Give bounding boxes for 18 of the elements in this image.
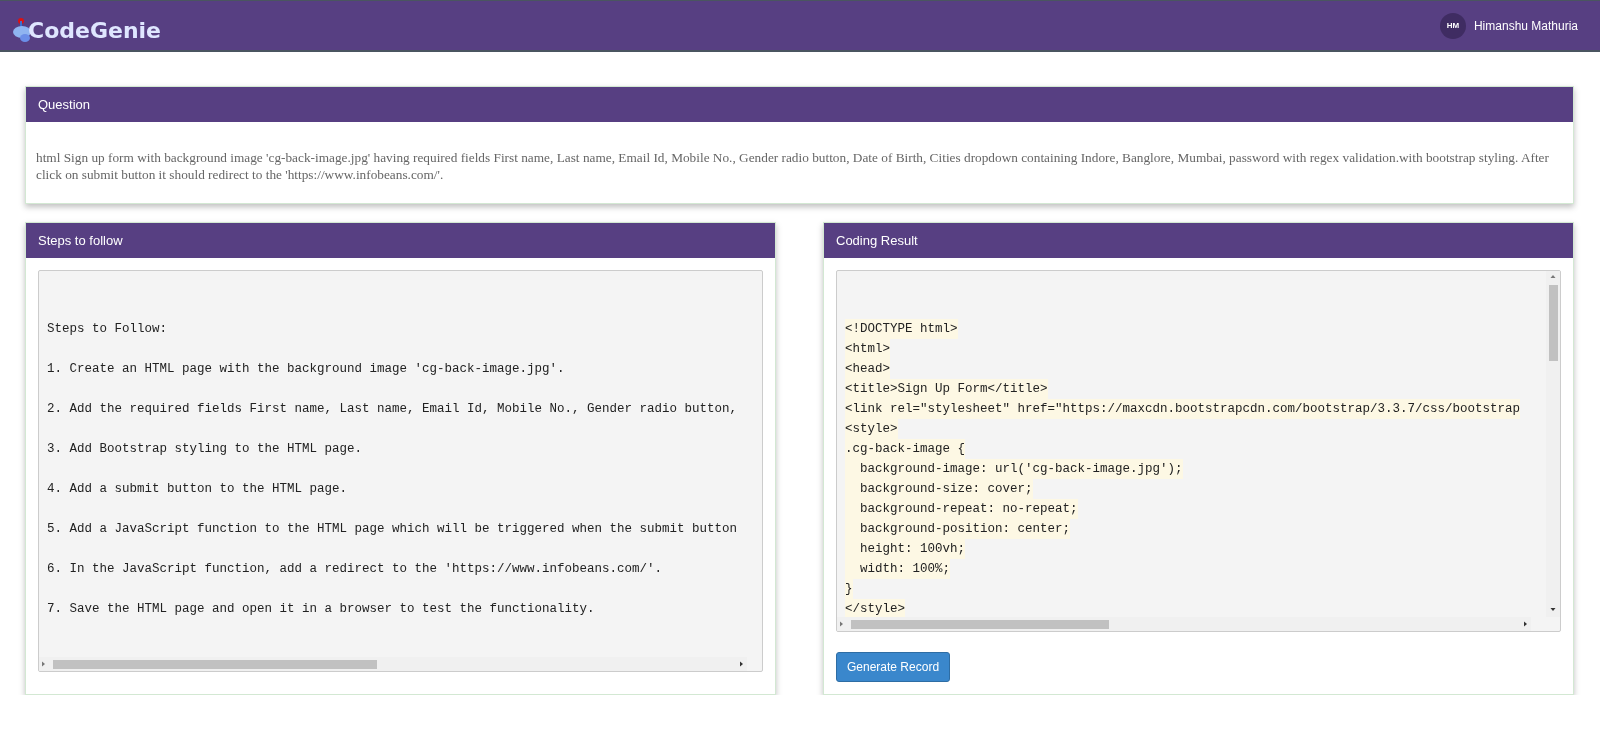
step-line: 2. Add the required fields First name, Last name, Email Id, Mobile No., Gender radio button, xyxy=(47,401,738,419)
card-title: Coding Result xyxy=(824,223,1573,259)
card-title: Question xyxy=(26,87,1573,122)
step-line: Steps to Follow: xyxy=(47,321,168,339)
card-title: Steps to follow xyxy=(26,223,775,259)
step-line: 6. In the JavaScript function, add a redirect to the 'https://www.infobeans.com/'. xyxy=(47,561,663,579)
brand-name: CodeGenie xyxy=(28,18,162,43)
generate-record-button[interactable]: Generate Record xyxy=(836,652,951,683)
step-line: 3. Add Bootstrap styling to the HTML page. xyxy=(47,441,363,459)
question-text: html Sign up form with background image 'cg-back-image.jpg' having required fields First name, Last name, Email Id, Mobile No., Gender radio button, Date of Birth, Cities dropdown containing Indore, Banglore, Mumbai, password with regex validation.with bootstrap styling. After click on submit button it should redirect to the 'https://www.infobeans.com/'. xyxy=(35,149,1550,184)
step-line: 1. Create an HTML page with the background image 'cg-back-image.jpg'. xyxy=(47,361,565,379)
user-avatar[interactable]: HM xyxy=(1439,12,1466,39)
step-line: 4. Add a submit button to the HTML page. xyxy=(47,481,348,499)
user-name: Himanshu Mathuria xyxy=(1473,18,1578,33)
step-line: 7. Save the HTML page and open it in a browser to test the functionality. xyxy=(47,601,595,619)
code-text-area[interactable] xyxy=(836,270,1561,633)
step-line: 5. Add a JavaScript function to the HTML page which will be triggered when the submit button xyxy=(47,521,738,539)
steps-text-area[interactable] xyxy=(38,270,763,673)
